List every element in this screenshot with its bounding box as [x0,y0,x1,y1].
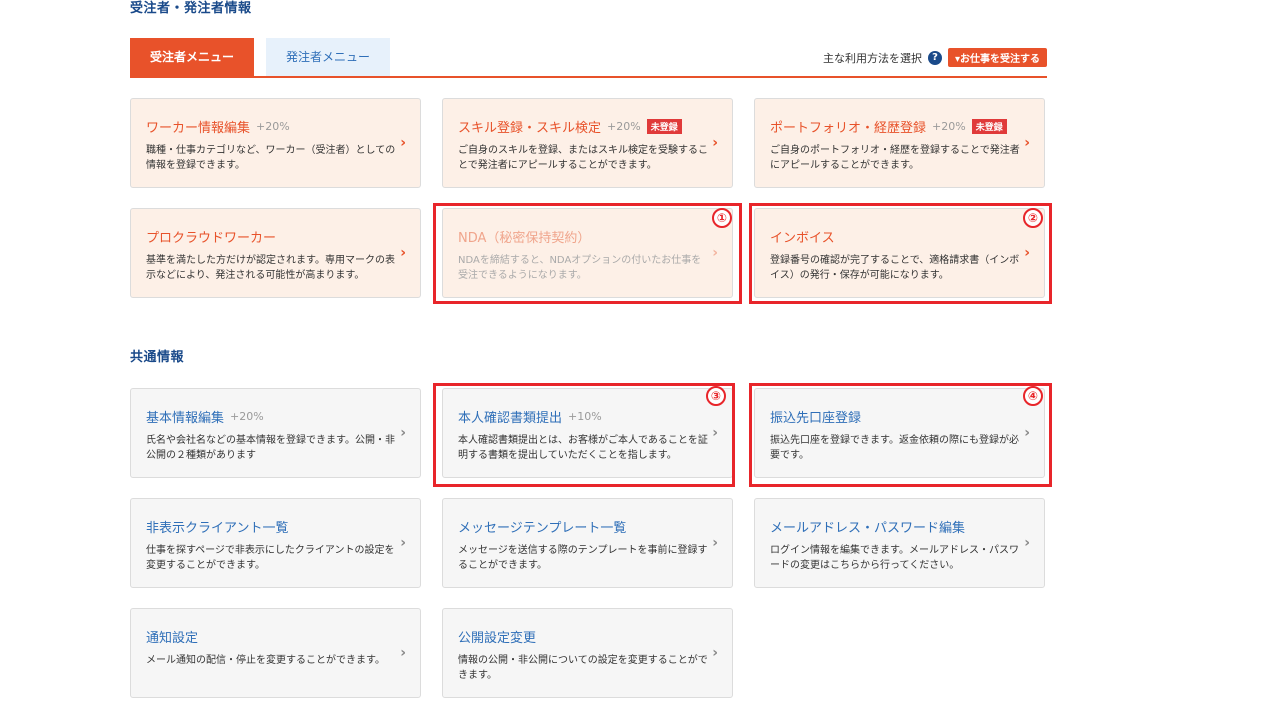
card-notification-settings[interactable]: 通知設定 メール通知の配信・停止を変更することができます。 › [130,608,421,698]
card-email-password[interactable]: メールアドレス・パスワード編集 ログイン情報を編集できます。メールアドレス・パス… [754,498,1045,588]
annotation-number-3: ③ [706,386,726,406]
card-title: ワーカー情報編集 [146,121,251,136]
tabs-underline [130,76,1047,78]
card-description: メール通知の配信・停止を変更することができます。 [146,655,385,666]
card-percent: +20% [230,410,264,423]
highlight-box-4 [749,383,1052,487]
menu-tabs: 受注者メニュー 発注者メニュー 主な利用方法を選択 ? ▾お仕事を受注する [130,38,1047,78]
card-worker-info[interactable]: ワーカー情報編集 +20% 職種・仕事カテゴリなど、ワーカー（受注者）としての情報… [130,98,421,188]
card-title: 非表示クライアント一覧 [146,521,289,536]
card-description: 氏名や会社名などの基本情報を登録できます。公開・非公開の２種類があります [146,435,395,461]
card-title: 通知設定 [146,631,199,646]
usage-method-label: 主な利用方法を選択 [822,51,922,65]
card-description: 職種・仕事カテゴリなど、ワーカー（受注者）としての情報を登録できます。 [146,145,396,171]
card-title: 公開設定変更 [458,631,537,646]
annotation-number-1: ① [712,208,732,228]
card-description: 情報の公開・非公開についての設定を変更することができます。 [458,655,708,681]
card-description: メッセージを送信する際のテンプレートを事前に登録することができます。 [458,545,708,571]
unregistered-badge: 未登録 [971,119,1007,134]
contractor-section-title: 受注者・発注者情報 [130,1,252,16]
unregistered-badge: 未登録 [646,119,682,134]
highlight-box-2 [749,203,1052,304]
highlight-box-3 [433,383,735,487]
chevron-right-icon: › [712,135,718,151]
card-title: プロクラウドワーカー [146,231,277,246]
card-visibility-settings[interactable]: 公開設定変更 情報の公開・非公開についての設定を変更することができます。 › [442,608,733,698]
chevron-right-icon: › [400,645,406,661]
annotation-number-2: ② [1023,208,1043,228]
card-hidden-clients[interactable]: 非表示クライアント一覧 仕事を探すページで非表示にしたクライアントの設定を変更す… [130,498,421,588]
help-icon[interactable]: ? [927,50,942,65]
chevron-right-icon: › [712,645,718,661]
card-message-templates[interactable]: メッセージテンプレート一覧 メッセージを送信する際のテンプレートを事前に登録する… [442,498,733,588]
highlight-box-1 [433,203,742,304]
card-description: ご自身のポートフォリオ・経歴を登録することで発注者にアピールすることができます。 [770,145,1020,171]
card-percent: +20% [256,120,290,133]
card-description: ログイン情報を編集できます。メールアドレス・パスワードの変更はこちらから行ってく… [770,545,1019,571]
annotation-number-4: ④ [1023,386,1043,406]
card-pro-crowdworker[interactable]: プロクラウドワーカー 基準を満たした方だけが認定されます。専用マークの表示などに… [130,208,421,298]
card-description: ご自身のスキルを登録、またはスキル検定を受験することで発注者にアピールすることが… [458,145,708,171]
card-basic-info[interactable]: 基本情報編集 +20% 氏名や会社名などの基本情報を登録できます。公開・非公開の２… [130,388,421,478]
tab-contractor-menu[interactable]: 受注者メニュー [130,38,254,76]
chevron-right-icon: › [1024,535,1030,551]
card-description: 仕事を探すページで非表示にしたクライアントの設定を変更することができます。 [146,545,395,571]
chevron-right-icon: › [1024,135,1030,151]
tab-client-menu[interactable]: 発注者メニュー [266,38,390,76]
card-percent: +20% [932,120,966,133]
right-gutter [1160,0,1280,720]
card-description: 基準を満たした方だけが認定されます。専用マークの表示などにより、発注される可能性… [146,255,395,281]
common-section-title: 共通情報 [130,350,185,365]
card-title: 基本情報編集 [146,411,225,426]
card-title: メールアドレス・パスワード編集 [770,521,966,536]
chevron-right-icon: › [400,535,406,551]
chevron-right-icon: › [712,535,718,551]
card-title: ポートフォリオ・経歴登録 [770,121,927,136]
card-percent: +20% [607,120,641,133]
card-skill-registration[interactable]: スキル登録・スキル検定 +20% 未登録 ご自身のスキルを登録、またはスキル検定を受… [442,98,733,188]
chevron-right-icon: › [400,425,406,441]
usage-method-selector: 主な利用方法を選択 ? ▾お仕事を受注する [823,48,1047,67]
card-title: メッセージテンプレート一覧 [458,521,627,536]
order-job-button[interactable]: ▾お仕事を受注する [947,48,1047,67]
chevron-right-icon: › [400,245,406,261]
chevron-right-icon: › [400,135,406,151]
card-portfolio[interactable]: ポートフォリオ・経歴登録 +20% 未登録 ご自身のポートフォリオ・経歴を登録するこ… [754,98,1045,188]
card-title: スキル登録・スキル検定 [458,121,602,136]
